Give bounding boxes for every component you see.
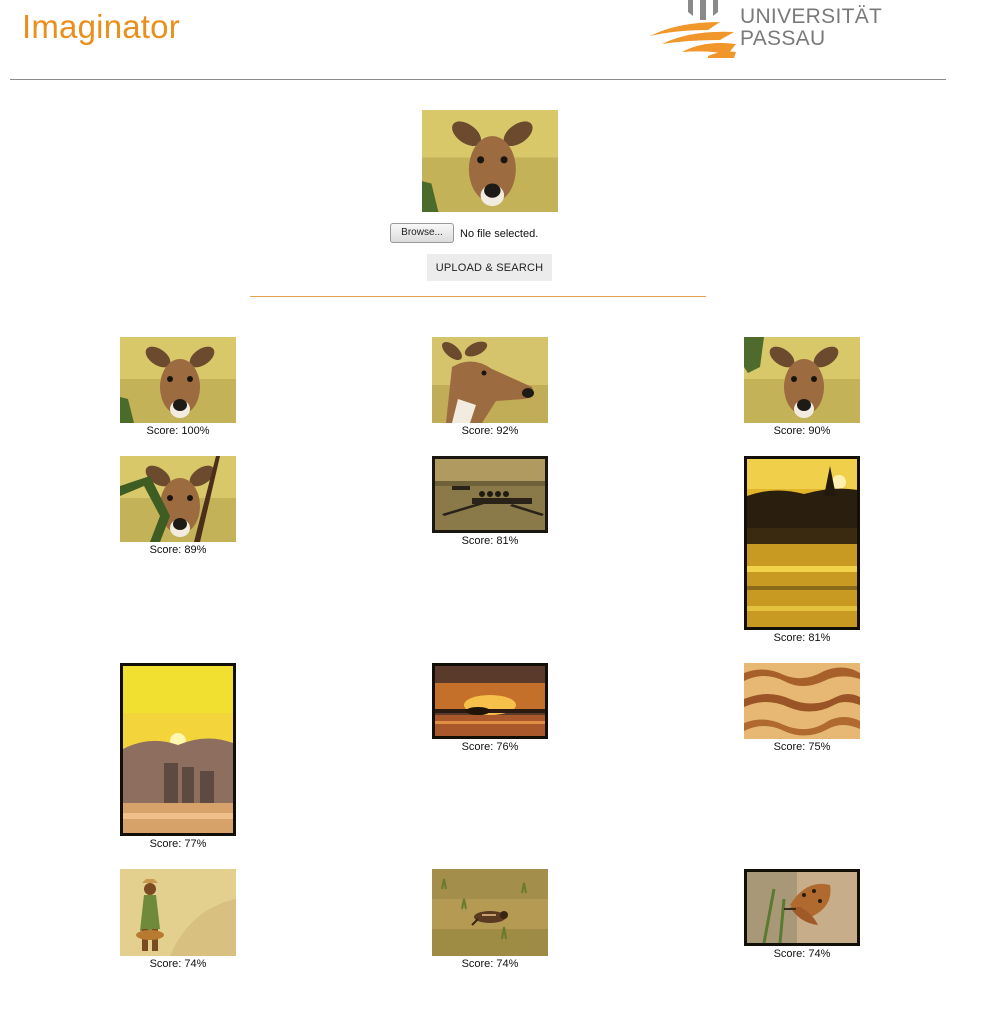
result-item[interactable]: Score: 100% — [120, 337, 236, 437]
app-title: Imaginator — [22, 8, 180, 45]
result-thumbnail[interactable] — [432, 663, 548, 739]
upload-search-button[interactable]: UPLOAD & SEARCH — [427, 254, 552, 281]
result-thumbnail[interactable] — [120, 456, 236, 542]
result-thumbnail[interactable] — [744, 337, 860, 423]
result-item[interactable]: Score: 76% — [432, 663, 548, 753]
result-thumbnail[interactable] — [744, 869, 860, 946]
logo-line1: UNIVERSITÄT — [740, 5, 883, 28]
result-score: Score: 100% — [146, 425, 210, 437]
result-item[interactable]: Score: 74% — [744, 869, 860, 960]
passau-logo-icon — [650, 0, 736, 58]
result-thumbnail[interactable] — [432, 456, 548, 533]
result-score: Score: 76% — [461, 741, 519, 753]
header-divider — [10, 79, 946, 80]
result-thumbnail[interactable] — [120, 663, 236, 836]
result-item[interactable]: Score: 92% — [432, 337, 548, 437]
logo-line2: PASSAU — [740, 27, 826, 50]
result-item[interactable]: Score: 74% — [120, 869, 236, 970]
result-item[interactable]: Score: 89% — [120, 456, 236, 556]
result-item[interactable]: Score: 74% — [432, 869, 548, 970]
result-thumbnail[interactable] — [120, 869, 236, 956]
file-status-text: No file selected. — [460, 228, 539, 240]
result-score: Score: 81% — [461, 535, 519, 547]
browse-button[interactable]: Browse... — [390, 223, 454, 243]
result-score: Score: 92% — [461, 425, 519, 437]
result-score: Score: 74% — [461, 958, 519, 970]
result-thumbnail[interactable] — [744, 663, 860, 739]
result-score: Score: 77% — [149, 838, 207, 850]
result-score: Score: 74% — [149, 958, 207, 970]
result-item[interactable]: Score: 75% — [744, 663, 860, 753]
result-score: Score: 81% — [773, 632, 831, 644]
result-score: Score: 90% — [773, 425, 831, 437]
result-thumbnail[interactable] — [432, 337, 548, 423]
result-score: Score: 74% — [773, 948, 831, 960]
query-image — [422, 110, 558, 212]
result-item[interactable]: Score: 90% — [744, 337, 860, 437]
result-thumbnail[interactable] — [120, 337, 236, 423]
result-thumbnail[interactable] — [432, 869, 548, 956]
results-divider — [250, 296, 706, 297]
university-logo[interactable]: UNIVERSITÄT PASSAU — [648, 0, 882, 58]
result-item[interactable]: Score: 81% — [432, 456, 548, 547]
result-item[interactable]: Score: 77% — [120, 663, 236, 850]
result-score: Score: 75% — [773, 741, 831, 753]
result-thumbnail[interactable] — [744, 456, 860, 630]
result-score: Score: 89% — [149, 544, 207, 556]
result-item[interactable]: Score: 81% — [744, 456, 860, 644]
